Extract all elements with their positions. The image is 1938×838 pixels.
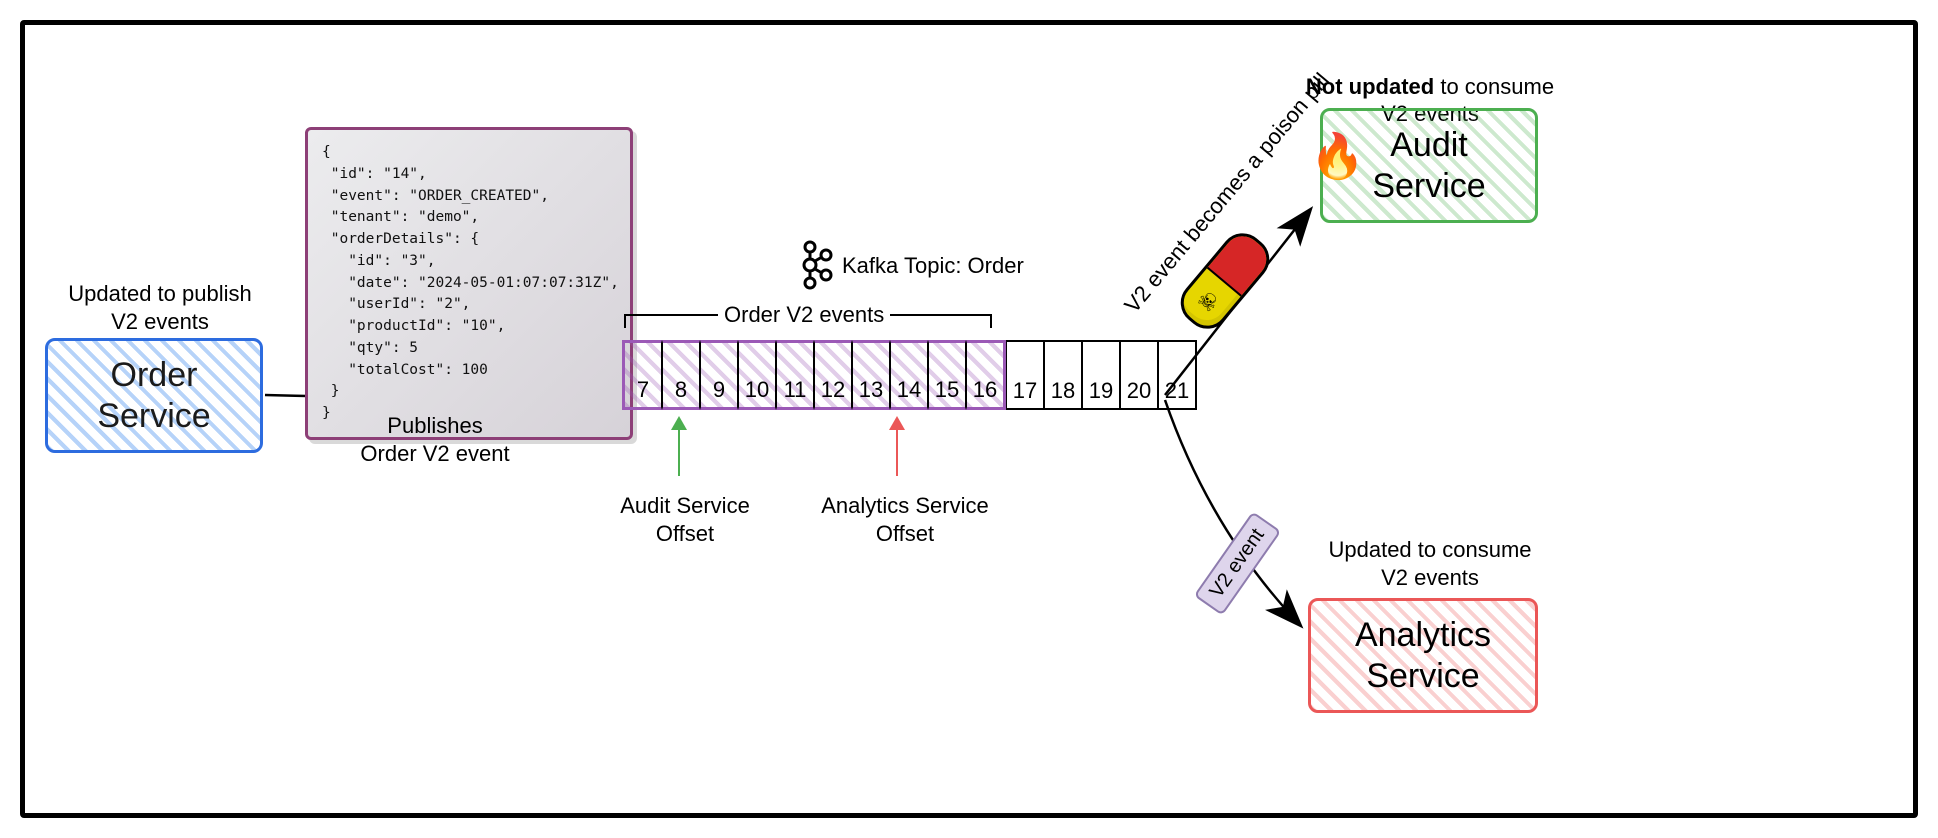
fire-icon: 🔥 <box>1310 130 1365 182</box>
topic-cell-16: 16 <box>966 340 1006 410</box>
topic-cell-13: 13 <box>852 340 890 410</box>
analytics-service-caption: Updated to consume V2 events <box>1300 536 1560 591</box>
topic-cell-20: 20 <box>1120 340 1158 410</box>
topic-cell-7: 7 <box>622 340 662 410</box>
topic-cell-8: 8 <box>662 340 700 410</box>
diagram-canvas: Updated to publish V2 events Order Servi… <box>0 0 1938 838</box>
topic-cell-19: 19 <box>1082 340 1120 410</box>
order-service-caption: Updated to publish V2 events <box>45 280 275 335</box>
audit-service-label: Audit Service <box>1372 125 1485 207</box>
topic-cell-10: 10 <box>738 340 776 410</box>
topic-cell-14: 14 <box>890 340 928 410</box>
audit-offset-label: Audit Service Offset <box>600 492 770 547</box>
analytics-service-box: Analytics Service <box>1308 598 1538 713</box>
analytics-offset-arrow <box>896 418 898 476</box>
publish-arrow-label: Publishes Order V2 event <box>305 412 565 467</box>
analytics-service-label: Analytics Service <box>1355 615 1491 697</box>
audit-caption-bold: Not updated <box>1306 74 1434 99</box>
topic-cell-11: 11 <box>776 340 814 410</box>
v2-bracket-label: Order V2 events <box>718 302 890 328</box>
kafka-icon <box>798 237 834 293</box>
kafka-topic-label: Kafka Topic: Order <box>842 252 1024 280</box>
order-service-box: Order Service <box>45 338 263 453</box>
topic-cell-9: 9 <box>700 340 738 410</box>
event-json-box: { "id": "14", "event": "ORDER_CREATED", … <box>305 127 633 440</box>
kafka-topic: 789101112131415161718192021 <box>622 340 1197 410</box>
order-service-label: Order Service <box>97 355 210 437</box>
topic-cell-18: 18 <box>1044 340 1082 410</box>
topic-cell-17: 17 <box>1006 340 1044 410</box>
audit-offset-arrow <box>678 418 680 476</box>
analytics-offset-label: Analytics Service Offset <box>800 492 1010 547</box>
topic-cell-15: 15 <box>928 340 966 410</box>
topic-cell-12: 12 <box>814 340 852 410</box>
topic-cell-21: 21 <box>1158 340 1197 410</box>
